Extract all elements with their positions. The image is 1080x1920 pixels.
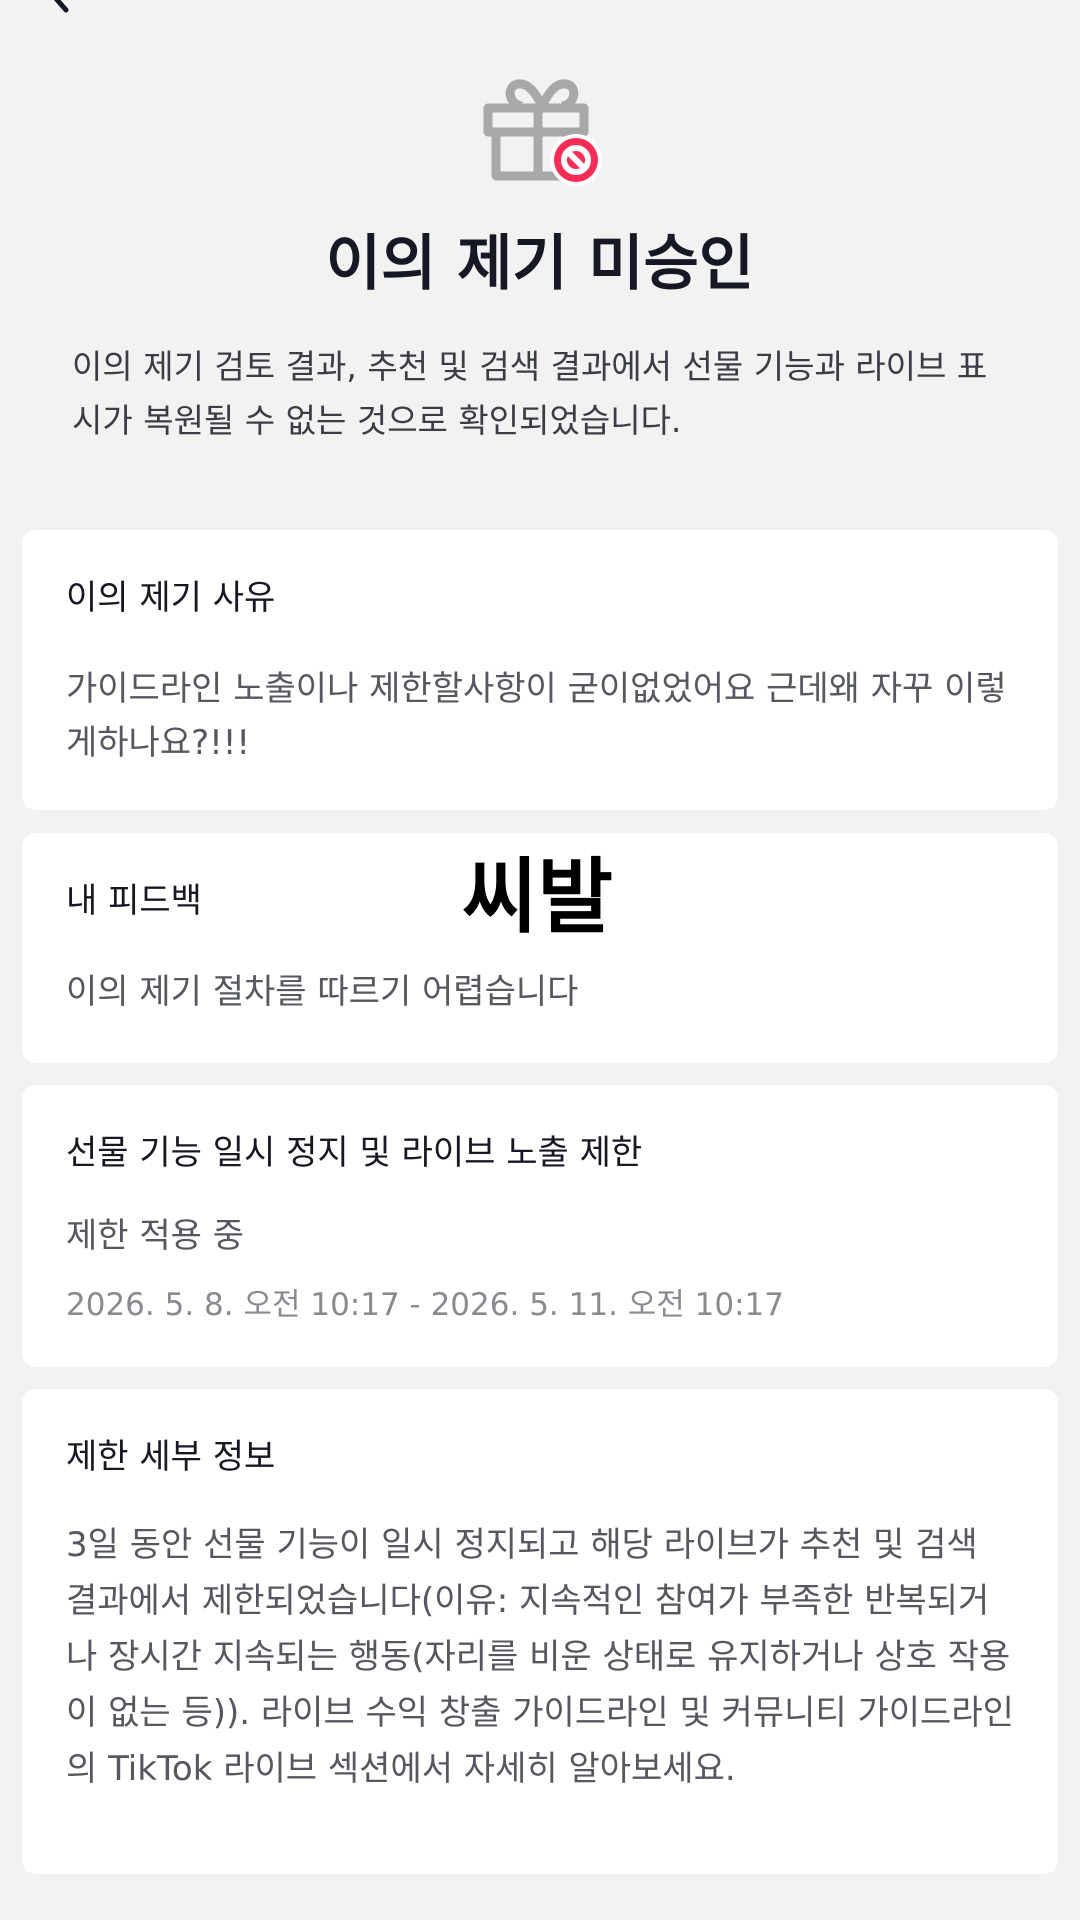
gift-blocked-icon bbox=[483, 79, 602, 186]
appeal-reason-text: 가이드라인 노출이나 제한할사항이 굳이없었어요 근데왜 자꾸 이렇게하나요?!… bbox=[66, 669, 1007, 763]
feedback-text: 이의 제기 절차를 따르기 어렵습니다 bbox=[66, 972, 579, 1012]
restriction-details-text: 3일 동안 선물 기능이 일시 정지되고 해당 라이브가 추천 및 검색 결과에… bbox=[66, 1525, 1014, 1789]
appeal-reason-card: 이의 제기 사유 가이드라인 노출이나 제한할사항이 굳이없었어요 근데왜 자꾸… bbox=[22, 530, 1058, 810]
appeal-reason-label: 이의 제기 사유 bbox=[66, 578, 276, 618]
restriction-details-label: 제한 세부 정보 bbox=[66, 1437, 276, 1477]
overlay-annotation-text: 씨발 bbox=[462, 850, 613, 945]
chevron-left-icon[interactable] bbox=[36, 0, 84, 18]
restriction-details-card: 제한 세부 정보 3일 동안 선물 기능이 일시 정지되고 해당 라이브가 추천… bbox=[22, 1389, 1058, 1874]
page-subtitle: 이의 제기 검토 결과, 추천 및 검색 결과에서 선물 기능과 라이브 표시가… bbox=[72, 347, 988, 440]
restriction-card: 선물 기능 일시 정지 및 라이브 노출 제한 제한 적용 중 2026. 5.… bbox=[22, 1085, 1058, 1367]
restriction-label: 선물 기능 일시 정지 및 라이브 노출 제한 bbox=[66, 1133, 643, 1173]
page-title: 이의 제기 미승인 bbox=[325, 229, 755, 299]
restriction-status: 제한 적용 중 bbox=[66, 1216, 245, 1256]
restriction-period: 2026. 5. 8. 오전 10:17 - 2026. 5. 11. 오전 1… bbox=[66, 1287, 785, 1323]
